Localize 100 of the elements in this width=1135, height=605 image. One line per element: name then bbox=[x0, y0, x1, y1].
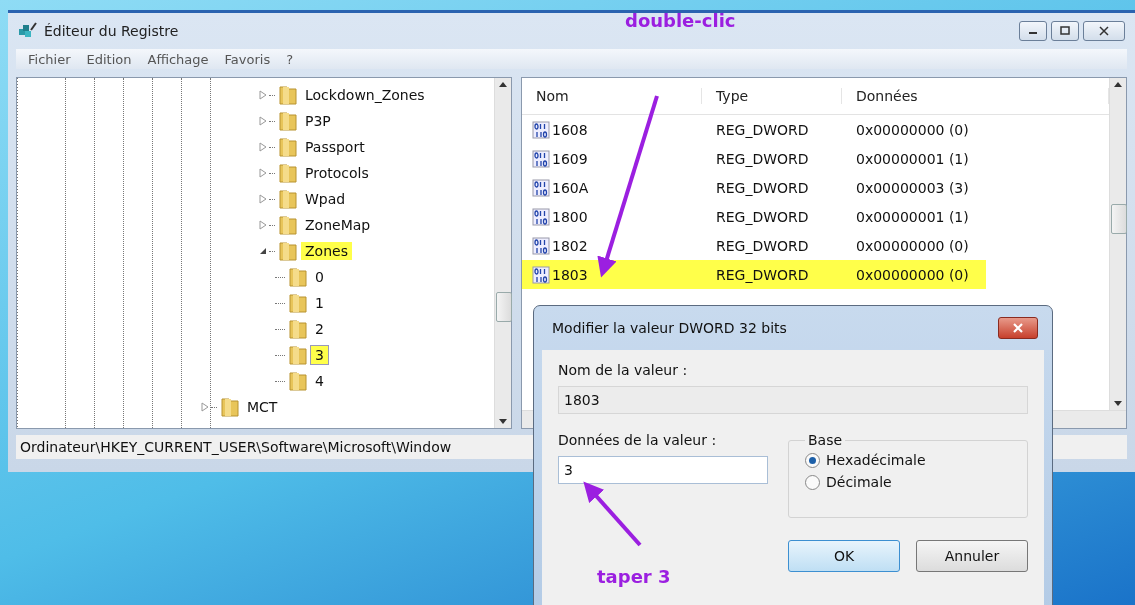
menu-item[interactable]: Affichage bbox=[141, 51, 215, 67]
folder-icon bbox=[277, 110, 299, 132]
expand-triangle-icon[interactable] bbox=[201, 402, 209, 412]
table-cell: 0x00000000 (0) bbox=[842, 260, 986, 289]
folder-icon bbox=[219, 396, 241, 418]
radio-option[interactable]: Décimale bbox=[805, 474, 1011, 490]
scrollbar-thumb[interactable] bbox=[496, 292, 512, 322]
window-title: Éditeur du Registre bbox=[44, 23, 179, 39]
expand-triangle-icon[interactable] bbox=[259, 142, 267, 152]
radio-option[interactable]: Hexadécimale bbox=[805, 452, 1011, 468]
folder-icon bbox=[277, 84, 299, 106]
scrollbar-thumb[interactable] bbox=[1111, 204, 1127, 234]
folder-icon bbox=[277, 240, 299, 262]
folder-icon bbox=[287, 344, 309, 366]
menu-item[interactable]: Favoris bbox=[218, 51, 277, 67]
folder-icon bbox=[287, 292, 309, 314]
table-cell-text: 0x00000001 (1) bbox=[855, 149, 970, 169]
status-path: Ordinateur\HKEY_CURRENT_USER\Software\Microsoft\Window bbox=[20, 439, 452, 455]
radio-label: Hexadécimale bbox=[826, 452, 926, 468]
expand-triangle-icon[interactable] bbox=[259, 194, 267, 204]
folder-icon bbox=[287, 266, 309, 288]
dialog-button[interactable]: Annuler bbox=[916, 540, 1028, 572]
folder-icon bbox=[277, 136, 299, 158]
folder-icon bbox=[277, 188, 299, 210]
dialog-button[interactable]: OK bbox=[788, 540, 900, 572]
table-cell-text: 0x00000000 (0) bbox=[855, 120, 970, 140]
tree-item[interactable]: Lockdown_Zones bbox=[301, 86, 429, 104]
value-name: 1608 bbox=[552, 121, 588, 138]
scroll-down-icon[interactable] bbox=[499, 419, 507, 424]
table-cell: REG_DWORD bbox=[702, 260, 842, 289]
binary-value-icon bbox=[532, 207, 550, 226]
table-cell-text: 0x00000003 (3) bbox=[855, 178, 970, 198]
close-button[interactable] bbox=[998, 317, 1038, 339]
table-cell-text: REG_DWORD bbox=[715, 178, 810, 198]
close-icon bbox=[1099, 26, 1109, 36]
scroll-up-icon[interactable] bbox=[1114, 82, 1122, 87]
annotation-text: taper 3 bbox=[597, 566, 671, 587]
expand-triangle-icon[interactable] bbox=[259, 168, 267, 178]
tree-item[interactable]: 2 bbox=[311, 320, 328, 338]
field-label: Données de la valeur : bbox=[558, 432, 718, 448]
scroll-up-icon[interactable] bbox=[499, 82, 507, 87]
tree-item[interactable]: Zones bbox=[301, 242, 352, 260]
folder-icon bbox=[287, 318, 309, 340]
table-cell-text: REG_DWORD bbox=[715, 149, 810, 169]
value-name-field[interactable]: 1803 bbox=[558, 386, 1028, 414]
table-cell-text: REG_DWORD bbox=[715, 207, 810, 227]
tree-item[interactable]: P3P bbox=[301, 112, 335, 130]
value-name: 160A bbox=[552, 179, 589, 196]
close-button[interactable] bbox=[1083, 21, 1125, 41]
registry-cubes-icon bbox=[18, 22, 38, 40]
maximize-icon bbox=[1060, 26, 1070, 36]
scroll-down-icon[interactable] bbox=[1114, 401, 1122, 406]
column-header[interactable]: Nom bbox=[522, 88, 702, 104]
table-cell-text: REG_DWORD bbox=[715, 120, 810, 140]
value-name: 1800 bbox=[552, 208, 588, 225]
binary-value-icon bbox=[532, 236, 550, 255]
tree-item[interactable]: MCT bbox=[243, 398, 282, 416]
expand-triangle-icon[interactable] bbox=[259, 220, 267, 230]
folder-icon bbox=[277, 162, 299, 184]
scrollbar[interactable] bbox=[494, 78, 511, 428]
radio-circle[interactable] bbox=[805, 474, 820, 490]
tree-item[interactable]: Wpad bbox=[301, 190, 350, 208]
value-name: 1802 bbox=[552, 237, 588, 254]
folder-icon bbox=[287, 370, 309, 392]
tree-item[interactable]: ZoneMap bbox=[301, 216, 375, 234]
tree-item[interactable]: 1 bbox=[311, 294, 328, 312]
group-label: Base bbox=[807, 432, 844, 448]
binary-value-icon bbox=[532, 120, 550, 139]
value-name: 1803 bbox=[552, 266, 588, 283]
dialog-title: Modifier la valeur DWORD 32 bits bbox=[552, 320, 787, 336]
column-header[interactable]: Type bbox=[702, 88, 842, 104]
tree-item[interactable]: 4 bbox=[311, 372, 328, 390]
value-name: 1609 bbox=[552, 150, 588, 167]
binary-value-icon bbox=[532, 149, 550, 168]
tree-item[interactable]: 3 bbox=[311, 346, 328, 364]
menu-item[interactable]: Fichier bbox=[22, 51, 77, 67]
radio-label: Décimale bbox=[826, 474, 892, 490]
tree-item[interactable]: 0 bbox=[311, 268, 328, 286]
tree-item[interactable]: Passport bbox=[301, 138, 369, 156]
collapse-triangle-icon[interactable] bbox=[259, 247, 267, 255]
binary-value-icon bbox=[532, 178, 550, 197]
minimize-button[interactable] bbox=[1019, 21, 1047, 41]
scrollbar[interactable] bbox=[1109, 78, 1126, 410]
field-label: Nom de la valeur : bbox=[558, 362, 689, 378]
tree-item[interactable]: Protocols bbox=[301, 164, 373, 182]
expand-triangle-icon[interactable] bbox=[259, 90, 267, 100]
value-data-field[interactable]: 3 bbox=[558, 456, 768, 484]
table-cell-text: REG_DWORD bbox=[715, 236, 810, 256]
menu-item[interactable]: ? bbox=[280, 51, 300, 67]
close-icon bbox=[1012, 323, 1024, 333]
menu-item[interactable]: Edition bbox=[80, 51, 138, 67]
annotation-arrow bbox=[583, 481, 642, 547]
maximize-button[interactable] bbox=[1051, 21, 1079, 41]
annotation-text: double-clic bbox=[625, 10, 736, 31]
radio-circle[interactable] bbox=[805, 452, 820, 468]
table-cell-text: 0x00000001 (1) bbox=[855, 207, 970, 227]
table-cell-text: 0x00000000 (0) bbox=[855, 236, 970, 256]
folder-icon bbox=[277, 214, 299, 236]
expand-triangle-icon[interactable] bbox=[259, 116, 267, 126]
binary-value-icon bbox=[532, 265, 550, 284]
